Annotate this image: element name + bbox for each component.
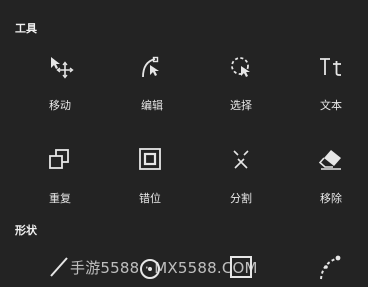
tool-label: 文本	[320, 99, 342, 112]
tool-label: 选择	[230, 99, 252, 112]
tool-label: 错位	[139, 192, 161, 205]
shapes-section-title: 形状	[15, 224, 37, 237]
tool-label: 重复	[49, 192, 71, 205]
tool-label: 移除	[320, 192, 342, 205]
edit-path-icon	[137, 53, 167, 83]
duplicate-icon	[45, 146, 75, 176]
tool-label: 移动	[49, 99, 71, 112]
eraser-icon	[316, 146, 346, 176]
tool-label: 分割	[230, 192, 252, 205]
text-icon	[316, 53, 346, 83]
watermark-text: 手游5588 · MX5588.COM	[70, 259, 258, 277]
split-icon	[226, 146, 256, 176]
tools-section-title: 工具	[15, 22, 37, 35]
move-icon	[45, 53, 75, 83]
offset-icon	[135, 146, 165, 176]
curve-icon	[316, 252, 346, 282]
tool-label: 编辑	[141, 99, 163, 112]
lasso-select-icon	[226, 53, 256, 83]
